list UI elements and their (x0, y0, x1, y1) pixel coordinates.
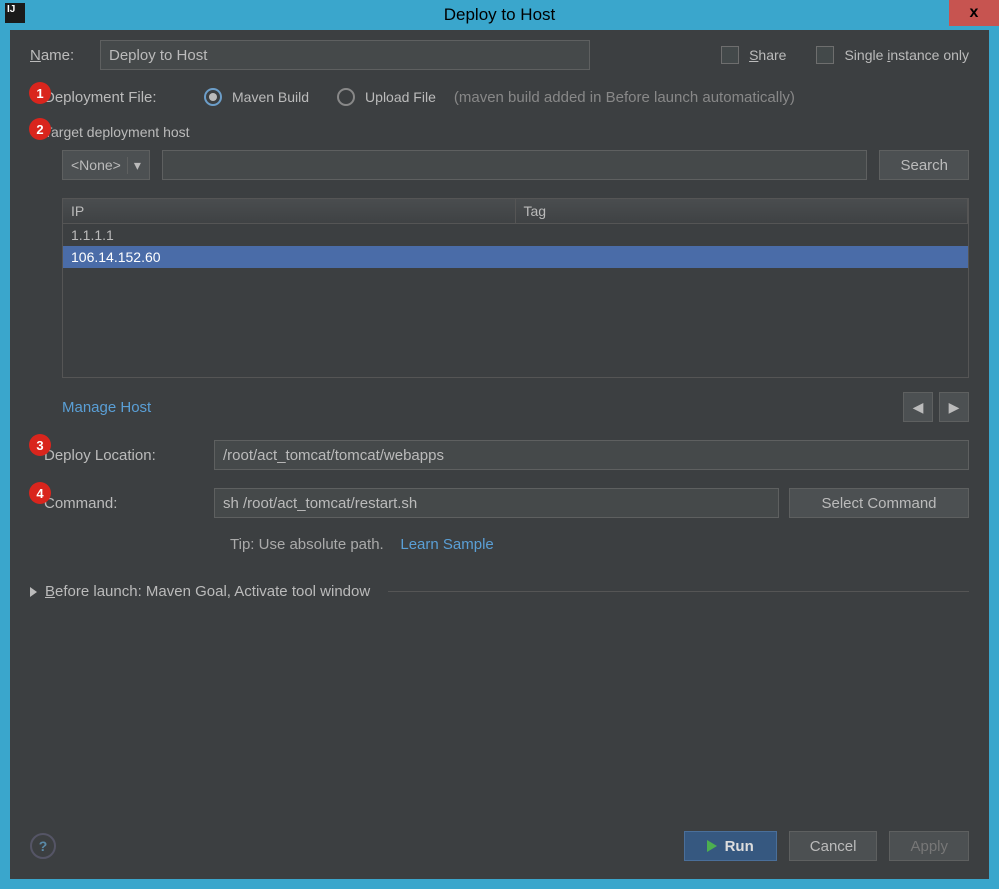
triangle-left-icon: ◀ (913, 399, 924, 416)
chevron-down-icon: ▾ (127, 157, 141, 174)
search-button[interactable]: Search (879, 150, 969, 180)
deploy-location-section: 3 Deploy Location: (30, 440, 969, 470)
next-button[interactable]: ▶ (939, 392, 969, 422)
table-row[interactable]: 106.14.152.60 (63, 246, 968, 268)
host-search-input[interactable] (162, 150, 868, 180)
deploy-location-label: Deploy Location: (44, 447, 204, 464)
play-icon (707, 840, 717, 852)
maven-build-radio[interactable] (204, 88, 222, 106)
host-filter-dropdown[interactable]: <None> ▾ (62, 150, 150, 180)
separator (388, 591, 969, 592)
manage-host-link[interactable]: Manage Host (62, 399, 151, 416)
apply-button[interactable]: Apply (889, 831, 969, 861)
dropdown-value: <None> (71, 157, 121, 173)
cell-tag (516, 224, 969, 246)
dialog-title: Deploy to Host (444, 5, 556, 25)
table-row[interactable]: 1.1.1.1 (63, 224, 968, 246)
close-button[interactable]: x (949, 0, 999, 26)
table-header: IP Tag (63, 199, 968, 224)
titlebar: IJ Deploy to Host x (0, 0, 999, 30)
name-input[interactable] (100, 40, 590, 70)
learn-sample-link[interactable]: Learn Sample (400, 536, 493, 553)
help-icon: ? (39, 838, 48, 854)
cell-ip: 1.1.1.1 (63, 224, 516, 246)
dialog-footer: ? Run Cancel Apply (30, 831, 969, 861)
upload-file-radio[interactable] (337, 88, 355, 106)
run-button[interactable]: Run (684, 831, 777, 861)
dialog-content: Name: Share Single instance only 1 Deplo… (10, 10, 989, 620)
before-launch-label: Before launch: Maven Goal, Activate tool… (45, 583, 370, 600)
triangle-right-icon: ▶ (949, 399, 960, 416)
single-instance-checkbox[interactable] (816, 46, 834, 64)
select-command-button[interactable]: Select Command (789, 488, 969, 518)
host-table: IP Tag 1.1.1.1 106.14.152.60 (62, 198, 969, 378)
cancel-button[interactable]: Cancel (789, 831, 878, 861)
deployment-hint: (maven build added in Before launch auto… (454, 89, 795, 106)
prev-button[interactable]: ◀ (903, 392, 933, 422)
deploy-location-input[interactable] (214, 440, 969, 470)
run-label: Run (725, 838, 754, 855)
command-label: Command: (44, 495, 204, 512)
cell-ip: 106.14.152.60 (63, 246, 516, 268)
before-launch-expander[interactable]: Before launch: Maven Goal, Activate tool… (30, 583, 969, 600)
name-row: Name: Share Single instance only (30, 40, 969, 70)
target-host-section: 2 Target deployment host <None> ▾ Search… (30, 124, 969, 422)
share-label: Share (749, 47, 786, 63)
dialog-window: IJ Deploy to Host x Name: Share Single i… (0, 0, 999, 889)
cell-tag (516, 246, 969, 268)
command-section: 4 Command: Select Command Tip: Use absol… (30, 488, 969, 553)
deployment-file-section: 1 Deployment File: Maven Build Upload Fi… (30, 88, 969, 106)
name-label: Name: (30, 47, 90, 64)
tip-text: Tip: Use absolute path. (230, 536, 384, 553)
share-checkbox[interactable] (721, 46, 739, 64)
command-input[interactable] (214, 488, 779, 518)
callout-3: 3 (29, 434, 51, 456)
help-button[interactable]: ? (30, 833, 56, 859)
deployment-file-label: Deployment File: (44, 89, 194, 106)
col-header-tag[interactable]: Tag (516, 199, 969, 223)
upload-file-label: Upload File (365, 89, 436, 105)
callout-2: 2 (29, 118, 51, 140)
col-header-ip[interactable]: IP (63, 199, 516, 223)
app-icon: IJ (5, 3, 25, 23)
callout-1: 1 (29, 82, 51, 104)
target-host-label: Target deployment host (44, 124, 190, 140)
maven-build-label: Maven Build (232, 89, 309, 105)
triangle-right-icon (30, 587, 37, 597)
command-tip: Tip: Use absolute path. Learn Sample (230, 536, 969, 553)
single-instance-label: Single instance only (844, 47, 969, 63)
callout-4: 4 (29, 482, 51, 504)
